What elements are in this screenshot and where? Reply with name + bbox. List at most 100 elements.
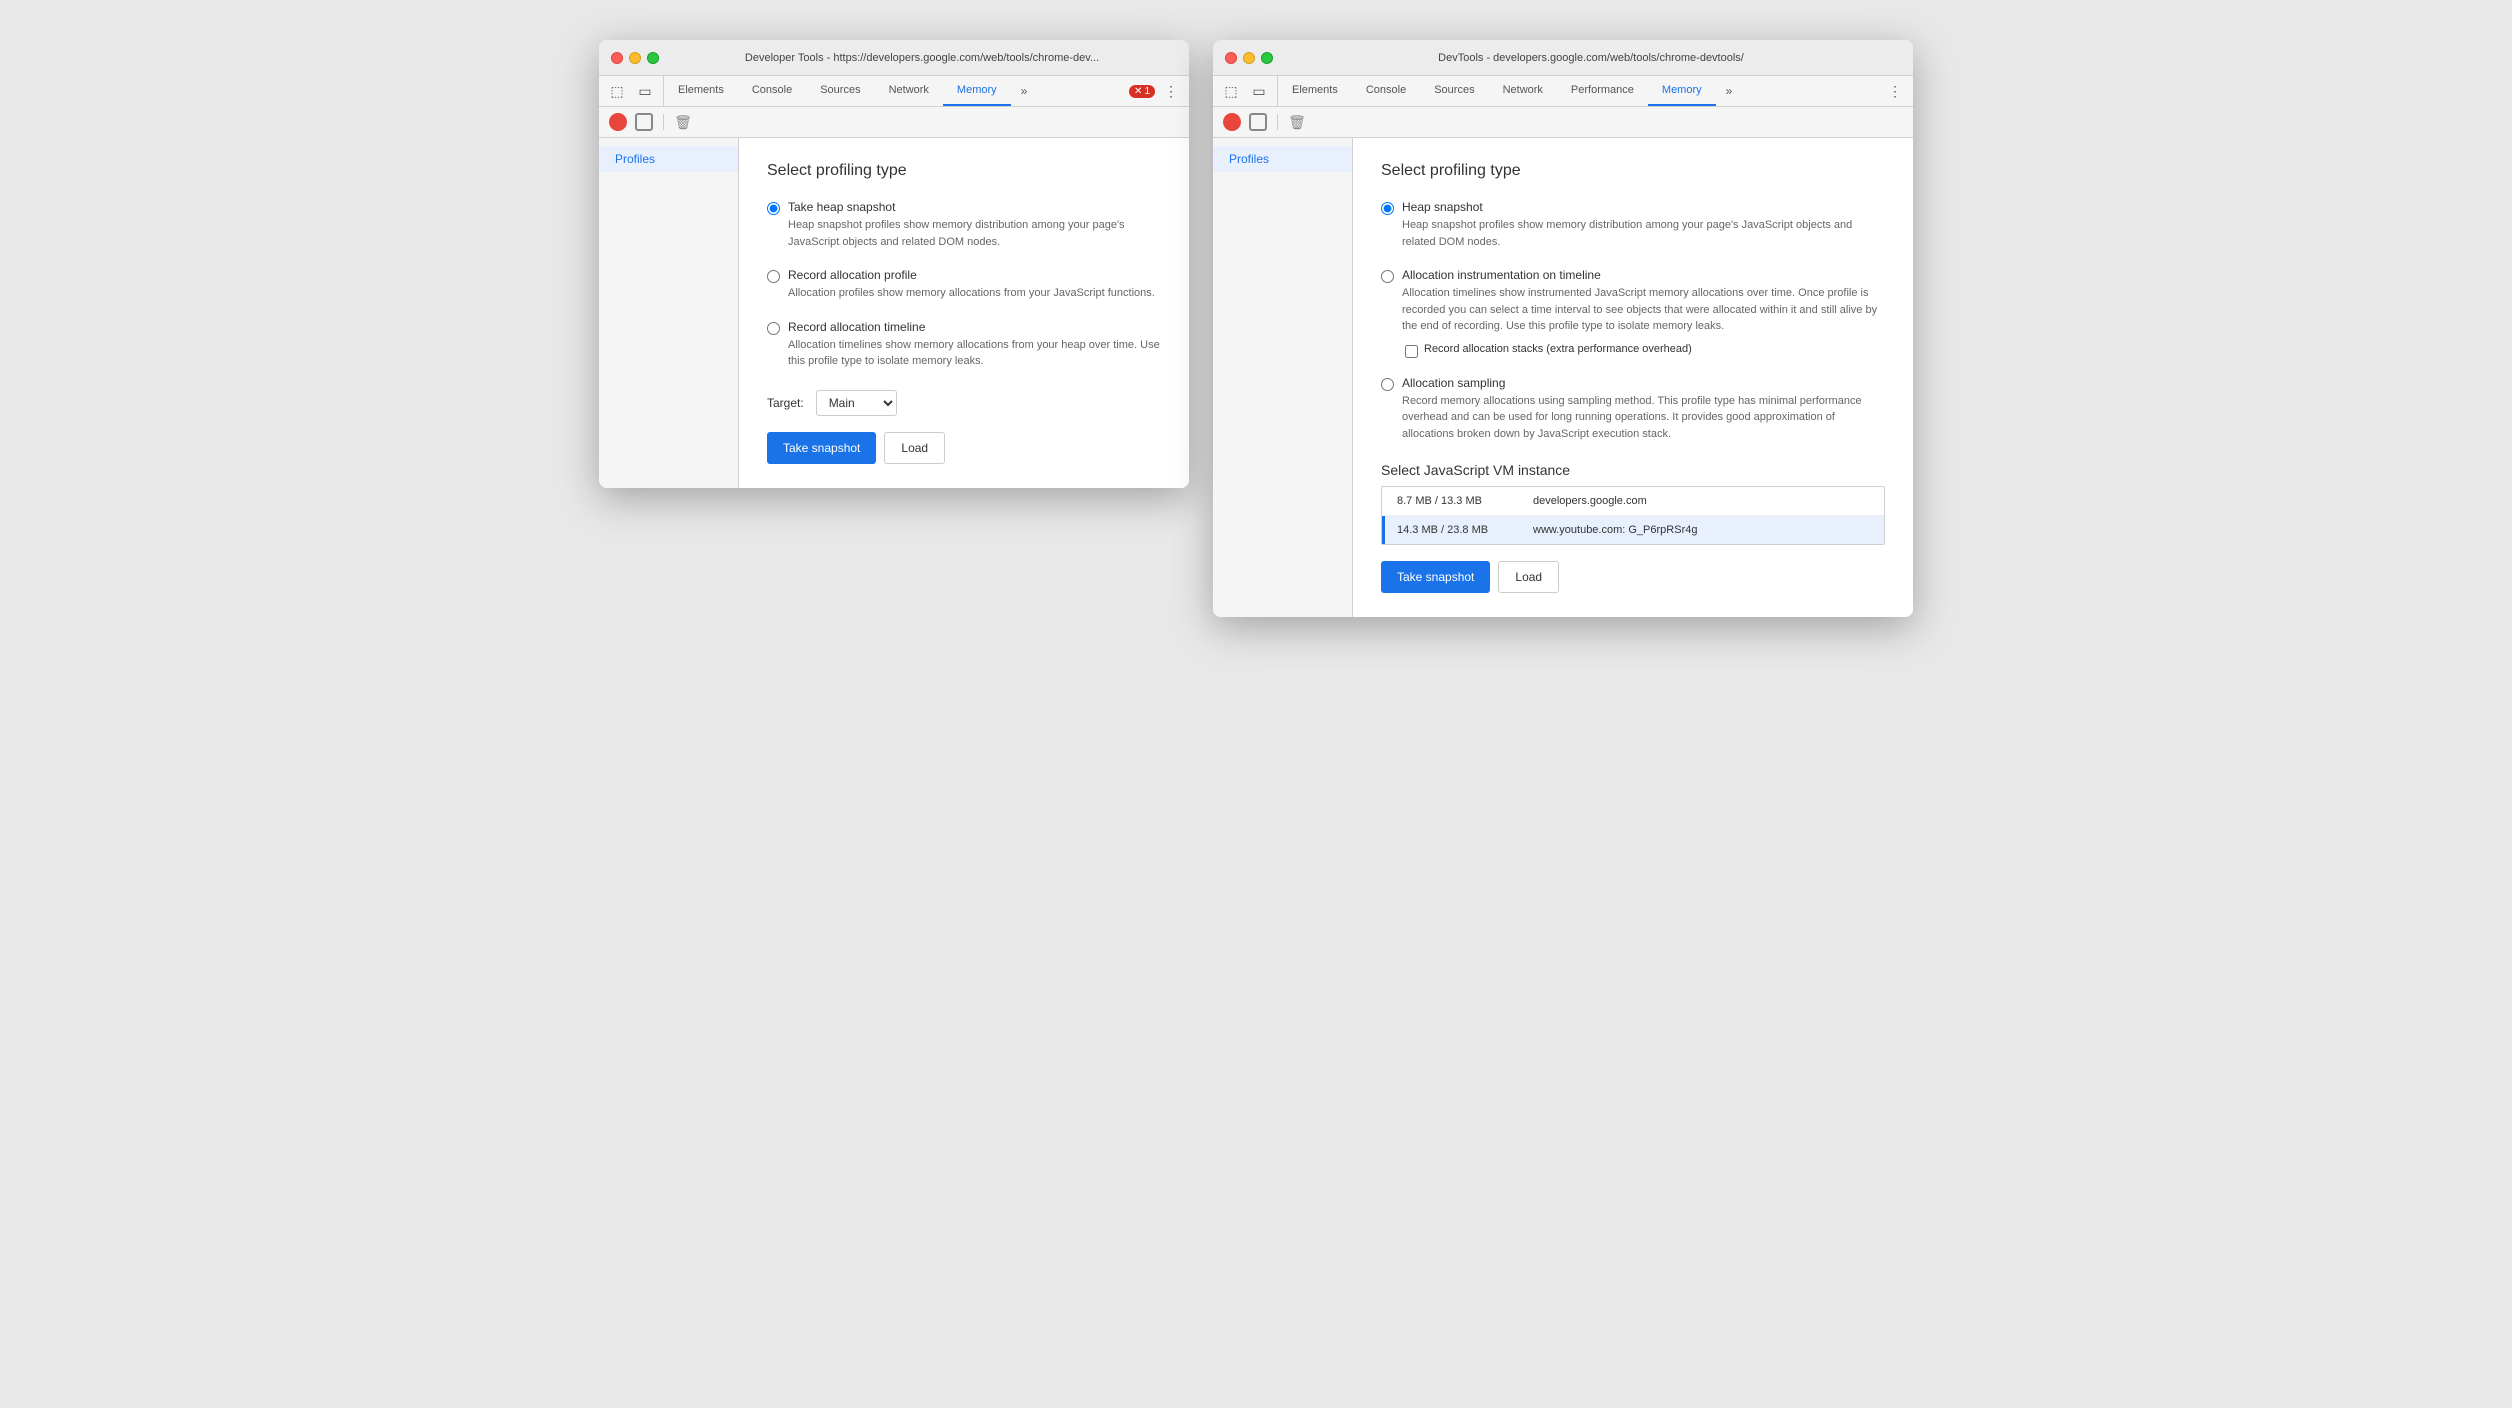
radio-title-alloc-sampling-right: Allocation sampling: [1402, 376, 1885, 390]
radio-alloc-profile-left[interactable]: [767, 270, 780, 283]
tab-memory-left[interactable]: Memory: [943, 76, 1011, 106]
checkbox-label-right: Record allocation stacks (extra performa…: [1424, 343, 1692, 355]
checkbox-row-right: Record allocation stacks (extra performa…: [1405, 343, 1885, 358]
stop-button-right[interactable]: [1249, 113, 1267, 131]
load-button-left[interactable]: Load: [884, 432, 945, 464]
minimize-button-left[interactable]: [629, 52, 641, 64]
radio-heap-snapshot-right[interactable]: [1381, 202, 1394, 215]
tab-sources-left[interactable]: Sources: [806, 76, 874, 106]
maximize-button-right[interactable]: [1261, 52, 1273, 64]
clear-button-right[interactable]: 🗑: [1288, 113, 1306, 131]
tab-performance-right[interactable]: Performance: [1557, 76, 1648, 106]
radio-alloc-timeline-left[interactable]: [767, 322, 780, 335]
vm-table: 8.7 MB / 13.3 MB developers.google.com 1…: [1381, 486, 1885, 545]
load-button-right[interactable]: Load: [1498, 561, 1559, 593]
section-title-left: Select profiling type: [767, 162, 1161, 180]
radio-title-alloc-profile-left: Record allocation profile: [788, 268, 1155, 282]
content-right: Select profiling type Heap snapshot Heap…: [1353, 138, 1913, 617]
btn-row-left: Take snapshot Load: [767, 432, 1161, 464]
tabs-left: Elements Console Sources Network Memory …: [664, 76, 1121, 106]
tab-elements-right[interactable]: Elements: [1278, 76, 1352, 106]
vm-url-1: www.youtube.com: G_P6rpRSr4g: [1533, 524, 1697, 536]
devtools-window-right: DevTools - developers.google.com/web/too…: [1213, 40, 1913, 617]
radio-heap-snapshot-left[interactable]: [767, 202, 780, 215]
action-bar-left: 🗑: [599, 107, 1189, 138]
close-button-left[interactable]: [611, 52, 623, 64]
tab-console-right[interactable]: Console: [1352, 76, 1420, 106]
radio-alloc-instr-right[interactable]: [1381, 270, 1394, 283]
device-icon[interactable]: ▭: [635, 81, 655, 101]
sidebar-right: Profiles: [1213, 138, 1353, 617]
error-icon: ✕: [1134, 86, 1142, 97]
stop-button-left[interactable]: [635, 113, 653, 131]
title-bar-left: Developer Tools - https://developers.goo…: [599, 40, 1189, 76]
traffic-lights-left: [611, 52, 659, 64]
inspect-icon[interactable]: ⬚: [607, 81, 627, 101]
error-badge-left: ✕ 1: [1129, 85, 1155, 98]
record-button-right[interactable]: [1223, 113, 1241, 131]
toolbar-icons-left: ⬚ ▭: [599, 76, 664, 106]
toolbar-icons-right: ⬚ ▭: [1213, 76, 1278, 106]
clear-button-left[interactable]: 🗑: [674, 113, 692, 131]
maximize-button-left[interactable]: [647, 52, 659, 64]
sidebar-item-profiles-right[interactable]: Profiles: [1213, 146, 1352, 172]
window-title-right: DevTools - developers.google.com/web/too…: [1281, 52, 1901, 64]
btn-row-right: Take snapshot Load: [1381, 561, 1885, 593]
option-alloc-timeline-left[interactable]: Record allocation timeline Allocation ti…: [767, 320, 1161, 370]
tab-memory-right[interactable]: Memory: [1648, 76, 1716, 106]
radio-alloc-sampling-right[interactable]: [1381, 378, 1394, 391]
option-heap-snapshot-right[interactable]: Heap snapshot Heap snapshot profiles sho…: [1381, 200, 1885, 250]
devtools-body-right: Profiles Select profiling type Heap snap…: [1213, 138, 1913, 617]
action-bar-right: 🗑: [1213, 107, 1913, 138]
more-options-icon-left[interactable]: ⋮: [1161, 81, 1181, 101]
option-heap-snapshot-left[interactable]: Take heap snapshot Heap snapshot profile…: [767, 200, 1161, 250]
radio-desc-alloc-timeline-left: Allocation timelines show memory allocat…: [788, 337, 1161, 370]
tab-network-right[interactable]: Network: [1489, 76, 1557, 106]
option-alloc-instrumentation-right[interactable]: Allocation instrumentation on timeline A…: [1381, 268, 1885, 358]
close-button-right[interactable]: [1225, 52, 1237, 64]
vm-url-0: developers.google.com: [1533, 495, 1647, 507]
target-row-left: Target: Main: [767, 390, 1161, 416]
devtools-body-left: Profiles Select profiling type Take heap…: [599, 138, 1189, 488]
vm-row-1[interactable]: 14.3 MB / 23.8 MB www.youtube.com: G_P6r…: [1382, 516, 1884, 544]
traffic-lights-right: [1225, 52, 1273, 64]
tab-more-right[interactable]: »: [1716, 76, 1743, 106]
tab-sources-right[interactable]: Sources: [1420, 76, 1488, 106]
radio-desc-heap-left: Heap snapshot profiles show memory distr…: [788, 217, 1161, 250]
tab-console-left[interactable]: Console: [738, 76, 806, 106]
option-alloc-sampling-right[interactable]: Allocation sampling Record memory alloca…: [1381, 376, 1885, 443]
radio-title-heap-right: Heap snapshot: [1402, 200, 1885, 214]
inspect-icon-right[interactable]: ⬚: [1221, 81, 1241, 101]
take-snapshot-button-right[interactable]: Take snapshot: [1381, 561, 1490, 593]
radio-title-alloc-timeline-left: Record allocation timeline: [788, 320, 1161, 334]
minimize-button-right[interactable]: [1243, 52, 1255, 64]
record-button-left[interactable]: [609, 113, 627, 131]
tab-more-left[interactable]: »: [1011, 76, 1038, 106]
devtools-window-left: Developer Tools - https://developers.goo…: [599, 40, 1189, 488]
tab-elements-left[interactable]: Elements: [664, 76, 738, 106]
content-left: Select profiling type Take heap snapshot…: [739, 138, 1189, 488]
take-snapshot-button-left[interactable]: Take snapshot: [767, 432, 876, 464]
toolbar-right-left: ✕ 1 ⋮: [1121, 76, 1189, 106]
target-select-left[interactable]: Main: [816, 390, 897, 416]
option-alloc-profile-left[interactable]: Record allocation profile Allocation pro…: [767, 268, 1161, 302]
sidebar-left: Profiles: [599, 138, 739, 488]
radio-desc-alloc-instr-right: Allocation timelines show instrumented J…: [1402, 285, 1885, 335]
toolbar-right-right: ⋮: [1877, 76, 1913, 106]
title-bar-right: DevTools - developers.google.com/web/too…: [1213, 40, 1913, 76]
window-title-left: Developer Tools - https://developers.goo…: [667, 52, 1177, 64]
checkbox-alloc-stacks-right[interactable]: [1405, 345, 1418, 358]
radio-title-heap-left: Take heap snapshot: [788, 200, 1161, 214]
vm-memory-0: 8.7 MB / 13.3 MB: [1397, 495, 1517, 507]
device-icon-right[interactable]: ▭: [1249, 81, 1269, 101]
vm-memory-1: 14.3 MB / 23.8 MB: [1397, 524, 1517, 536]
sidebar-item-profiles-left[interactable]: Profiles: [599, 146, 738, 172]
vm-section-title: Select JavaScript VM instance: [1381, 462, 1885, 478]
section-title-right: Select profiling type: [1381, 162, 1885, 180]
vm-row-0[interactable]: 8.7 MB / 13.3 MB developers.google.com: [1382, 487, 1884, 516]
target-label-left: Target:: [767, 396, 804, 410]
radio-desc-alloc-profile-left: Allocation profiles show memory allocati…: [788, 285, 1155, 302]
tab-network-left[interactable]: Network: [875, 76, 943, 106]
tabs-right: Elements Console Sources Network Perform…: [1278, 76, 1877, 106]
more-options-icon-right[interactable]: ⋮: [1885, 81, 1905, 101]
